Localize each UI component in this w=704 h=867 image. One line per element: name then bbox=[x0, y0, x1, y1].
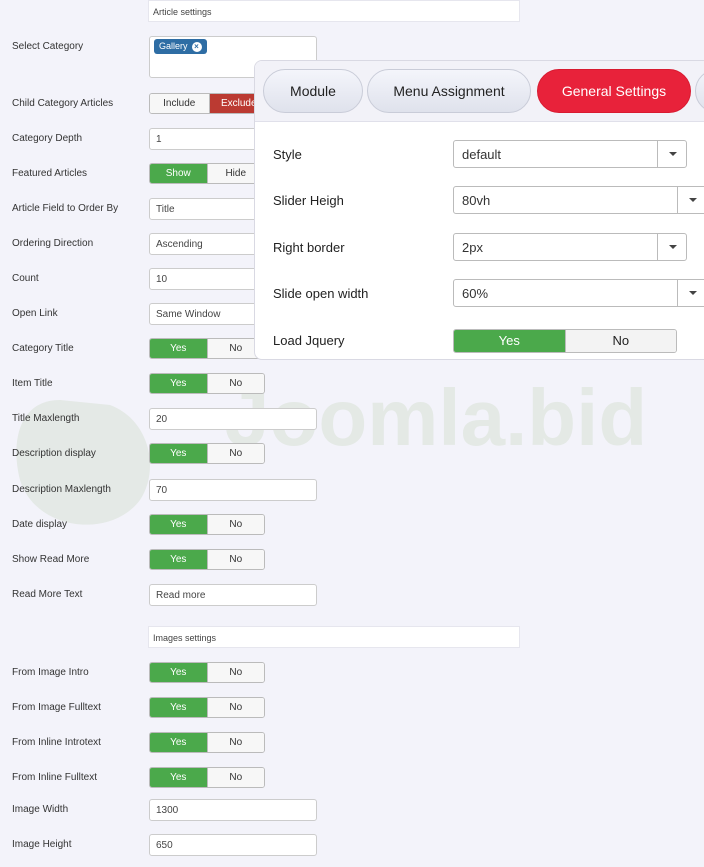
slider-height-value: 80vh bbox=[462, 193, 491, 208]
open-link-label: Open Link bbox=[12, 308, 58, 319]
description-maxlength-label: Description Maxlength bbox=[12, 484, 111, 495]
description-display-toggle[interactable]: Yes No bbox=[149, 443, 265, 464]
right-border-label: Right border bbox=[273, 240, 345, 255]
no-option[interactable]: No bbox=[206, 698, 264, 717]
caret-down-icon[interactable] bbox=[677, 187, 704, 213]
yes-option[interactable]: Yes bbox=[150, 663, 207, 682]
from-inline-introtext-toggle[interactable]: Yes No bbox=[149, 732, 265, 753]
child-category-toggle[interactable]: Include Exclude bbox=[149, 93, 269, 114]
yes-option[interactable]: Yes bbox=[150, 444, 207, 463]
read-more-text-input[interactable]: Read more bbox=[149, 584, 317, 606]
section-article-settings: Article settings bbox=[148, 0, 520, 22]
right-border-value: 2px bbox=[462, 240, 483, 255]
item-title-label: Item Title bbox=[12, 378, 53, 389]
description-display-label: Description display bbox=[12, 448, 96, 459]
section-heading: Article settings bbox=[153, 7, 212, 17]
style-label: Style bbox=[273, 147, 302, 162]
yes-option[interactable]: Yes bbox=[150, 339, 207, 358]
tab-bar: Module Menu Assignment General Settings bbox=[255, 61, 704, 122]
yes-option[interactable]: Yes bbox=[150, 515, 207, 534]
slide-open-width-value: 60% bbox=[462, 286, 489, 301]
section-heading: Images settings bbox=[153, 633, 217, 643]
show-option[interactable]: Show bbox=[150, 164, 207, 183]
caret-down-icon[interactable] bbox=[657, 234, 686, 260]
featured-articles-toggle[interactable]: Show Hide bbox=[149, 163, 265, 184]
style-select[interactable]: default bbox=[453, 140, 687, 168]
from-inline-fulltext-label: From Inline Fulltext bbox=[12, 772, 98, 783]
tab-module[interactable]: Module bbox=[263, 69, 363, 113]
load-jquery-toggle[interactable]: Yes No bbox=[453, 329, 677, 353]
tab-menu-assignment[interactable]: Menu Assignment bbox=[367, 69, 531, 113]
close-circle-icon[interactable]: × bbox=[191, 41, 202, 52]
date-display-toggle[interactable]: Yes No bbox=[149, 514, 265, 535]
slide-open-width-select[interactable]: 60% bbox=[453, 279, 704, 307]
featured-articles-label: Featured Articles bbox=[12, 168, 88, 179]
no-option[interactable]: No bbox=[206, 444, 264, 463]
image-width-label: Image Width bbox=[12, 804, 69, 815]
category-depth-label: Category Depth bbox=[12, 133, 83, 144]
yes-option[interactable]: Yes bbox=[454, 330, 565, 352]
no-option[interactable]: No bbox=[206, 733, 264, 752]
slide-open-width-label: Slide open width bbox=[273, 286, 369, 301]
style-value: default bbox=[462, 147, 502, 162]
show-read-more-toggle[interactable]: Yes No bbox=[149, 549, 265, 570]
include-option[interactable]: Include bbox=[150, 94, 209, 113]
tab-more[interactable] bbox=[695, 69, 704, 113]
from-image-intro-toggle[interactable]: Yes No bbox=[149, 662, 265, 683]
yes-option[interactable]: Yes bbox=[150, 374, 207, 393]
no-option[interactable]: No bbox=[206, 550, 264, 569]
category-title-toggle[interactable]: Yes No bbox=[149, 338, 265, 359]
title-maxlength-label: Title Maxlength bbox=[12, 413, 80, 424]
item-title-toggle[interactable]: Yes No bbox=[149, 373, 265, 394]
from-image-intro-label: From Image Intro bbox=[12, 667, 89, 678]
from-image-fulltext-toggle[interactable]: Yes No bbox=[149, 697, 265, 718]
count-label: Count bbox=[12, 273, 39, 284]
tab-general-settings[interactable]: General Settings bbox=[537, 69, 691, 113]
category-title-label: Category Title bbox=[12, 343, 74, 354]
child-category-articles-label: Child Category Articles bbox=[12, 98, 114, 109]
caret-down-icon[interactable] bbox=[677, 280, 704, 306]
load-jquery-label: Load Jquery bbox=[273, 333, 345, 348]
show-read-more-label: Show Read More bbox=[12, 554, 90, 565]
image-height-input[interactable]: 650 bbox=[149, 834, 317, 856]
from-image-fulltext-label: From Image Fulltext bbox=[12, 702, 101, 713]
yes-option[interactable]: Yes bbox=[150, 698, 207, 717]
description-maxlength-input[interactable]: 70 bbox=[149, 479, 317, 501]
watermark: Joomla.bid bbox=[16, 380, 647, 525]
category-tag-label: Gallery bbox=[159, 41, 188, 51]
date-display-label: Date display bbox=[12, 519, 68, 530]
select-category-label: Select Category bbox=[12, 41, 84, 52]
no-option[interactable]: No bbox=[206, 663, 264, 682]
no-option[interactable]: No bbox=[206, 768, 264, 787]
title-maxlength-input[interactable]: 20 bbox=[149, 408, 317, 430]
no-option[interactable]: No bbox=[206, 515, 264, 534]
read-more-text-label: Read More Text bbox=[12, 589, 83, 600]
right-border-select[interactable]: 2px bbox=[453, 233, 687, 261]
category-tag: Gallery × bbox=[154, 39, 207, 54]
no-option[interactable]: No bbox=[206, 374, 264, 393]
section-images-settings: Images settings bbox=[148, 626, 520, 648]
yes-option[interactable]: Yes bbox=[150, 768, 207, 787]
order-by-label: Article Field to Order By bbox=[12, 203, 119, 214]
caret-down-icon[interactable] bbox=[657, 141, 686, 167]
ordering-direction-label: Ordering Direction bbox=[12, 238, 94, 249]
slider-height-select[interactable]: 80vh bbox=[453, 186, 704, 214]
image-height-label: Image Height bbox=[12, 839, 72, 850]
from-inline-introtext-label: From Inline Introtext bbox=[12, 737, 101, 748]
from-inline-fulltext-toggle[interactable]: Yes No bbox=[149, 767, 265, 788]
module-settings-panel: Module Menu Assignment General Settings … bbox=[254, 60, 704, 360]
yes-option[interactable]: Yes bbox=[150, 733, 207, 752]
yes-option[interactable]: Yes bbox=[150, 550, 207, 569]
no-option[interactable]: No bbox=[564, 330, 676, 352]
image-width-input[interactable]: 1300 bbox=[149, 799, 317, 821]
slider-height-label: Slider Heigh bbox=[273, 193, 344, 208]
